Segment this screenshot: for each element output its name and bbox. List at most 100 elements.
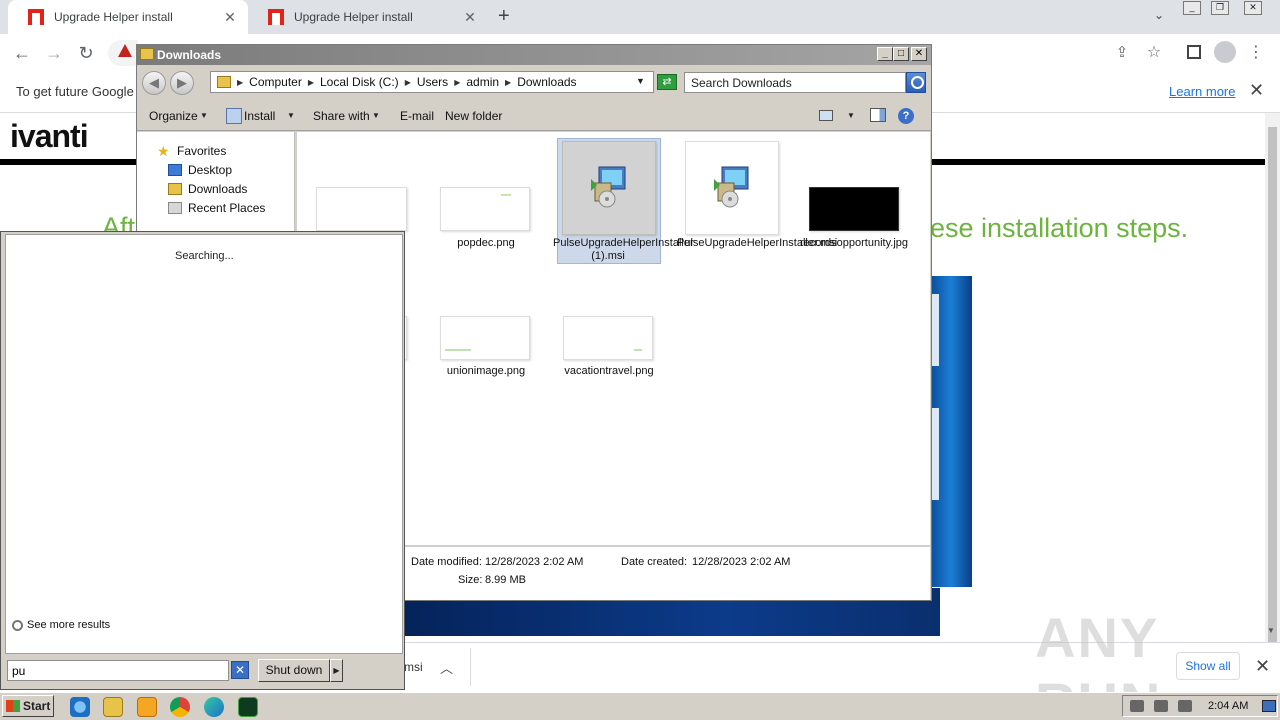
ivanti-favicon-icon [28, 9, 44, 25]
file-name-vacationtravel: vacationtravel.png [564, 365, 654, 377]
chrome-minimize-button[interactable]: _ [1183, 1, 1201, 15]
install-button[interactable]: Install [244, 109, 275, 123]
infobar-close-icon[interactable]: ✕ [1249, 80, 1264, 101]
download-options-chevron-icon[interactable]: ︿ [440, 658, 453, 677]
nav-recent-places[interactable]: Recent Places [168, 201, 265, 215]
clear-search-icon[interactable]: ✕ [231, 661, 249, 679]
media-player-icon[interactable] [137, 697, 157, 717]
installer-icon [226, 108, 242, 124]
shut-down-button[interactable]: Shut down [258, 659, 330, 682]
network-icon[interactable] [1154, 700, 1168, 712]
nav-downloads[interactable]: Downloads [168, 182, 247, 196]
breadcrumb-users[interactable]: Users [417, 75, 448, 89]
bookmark-star-icon[interactable]: ☆ [1143, 42, 1165, 64]
ivanti-favicon-icon [268, 9, 284, 25]
size-label: Size: [458, 574, 483, 586]
learn-more-link[interactable]: Learn more [1169, 84, 1235, 99]
start-search-input[interactable]: pu [7, 660, 229, 681]
address-dropdown-icon[interactable]: ▼ [636, 76, 645, 86]
email-button[interactable]: E-mail [400, 109, 434, 123]
size-value: 8.99 MB [485, 574, 526, 586]
chrome-restore-button[interactable]: ❐ [1211, 1, 1229, 15]
tab-close-icon[interactable]: ✕ [222, 9, 238, 26]
start-button[interactable]: Start [2, 695, 54, 717]
file-item-recordsopportunity[interactable] [809, 187, 899, 231]
show-desktop-icon[interactable] [1262, 700, 1276, 712]
tab-title: Upgrade Helper install [294, 10, 413, 24]
explorer-breadcrumb[interactable]: ▶ Computer ▶ Local Disk (C:) ▶ Users ▶ a… [210, 71, 654, 93]
details-pane [404, 546, 930, 600]
share-icon[interactable]: ⇪ [1111, 42, 1133, 64]
tab-search-chevron-icon[interactable]: ⌄ [1154, 8, 1164, 22]
file-thumbnail[interactable] [316, 187, 407, 231]
profile-avatar-icon[interactable] [1214, 41, 1236, 63]
search-results-pane [5, 234, 403, 654]
volume-icon[interactable] [1130, 700, 1144, 712]
help-icon[interactable]: ? [898, 108, 914, 124]
file-name-unionimage: unionimage.png [446, 365, 526, 377]
file-item-vacationtravel[interactable] [563, 316, 653, 360]
refresh-icon[interactable]: ⇄ [657, 74, 677, 90]
file-item-unionimage[interactable] [440, 316, 530, 360]
tab-upgrade-helper-1[interactable]: Upgrade Helper install ✕ [8, 0, 248, 34]
infobar-text: To get future Google [16, 84, 134, 99]
side-panel-icon[interactable] [1187, 45, 1201, 59]
system-tray [1122, 695, 1278, 717]
page-scrollbar[interactable] [1265, 113, 1280, 647]
windows-flag-icon [6, 700, 20, 712]
chrome-close-button[interactable]: ✕ [1244, 1, 1262, 15]
clock[interactable]: 2:04 AM [1208, 700, 1248, 712]
maximize-button[interactable]: □ [893, 47, 909, 61]
change-view-icon[interactable] [819, 110, 833, 121]
msi-installer-icon [591, 166, 626, 208]
preview-pane-icon[interactable] [870, 108, 886, 122]
folder-icon [217, 76, 231, 88]
back-arrow-icon[interactable]: ← [11, 42, 33, 64]
shutdown-options-arrow-icon[interactable]: ▶ [330, 659, 343, 682]
not-secure-warning-icon[interactable] [118, 44, 132, 57]
edge-icon[interactable] [204, 697, 224, 717]
explorer-search-input[interactable]: Search Downloads [684, 72, 906, 93]
minimize-button[interactable]: _ [877, 47, 893, 61]
new-tab-button[interactable]: + [498, 5, 510, 28]
tab-upgrade-helper-2[interactable]: Upgrade Helper install ✕ [248, 0, 488, 34]
file-item-popdec[interactable] [440, 187, 530, 231]
forward-arrow-icon[interactable]: → [43, 42, 65, 64]
organize-menu[interactable]: Organize [149, 109, 198, 123]
breadcrumb-computer[interactable]: Computer [249, 75, 302, 89]
breadcrumb-admin[interactable]: admin [466, 75, 499, 89]
share-dropdown-icon[interactable]: ▼ [372, 111, 380, 120]
breadcrumb-local-disk[interactable]: Local Disk (C:) [320, 75, 399, 89]
download-item-name[interactable]: msi [404, 660, 423, 674]
install-dropdown-icon[interactable]: ▼ [287, 111, 295, 120]
close-button[interactable]: ✕ [911, 47, 927, 61]
explorer-title: Downloads [157, 48, 222, 62]
date-modified-value: 12/28/2023 2:02 AM [485, 556, 584, 568]
green-app-icon[interactable] [238, 697, 258, 717]
organize-dropdown-icon[interactable]: ▼ [200, 111, 208, 120]
download-divider [470, 648, 471, 686]
date-created-value: 12/28/2023 2:02 AM [692, 556, 791, 568]
nav-desktop[interactable]: Desktop [168, 163, 232, 177]
internet-explorer-icon[interactable] [70, 697, 90, 717]
see-more-results-link[interactable]: See more results [12, 619, 110, 631]
downloads-folder-icon [168, 183, 182, 195]
new-folder-button[interactable]: New folder [445, 109, 502, 123]
nav-favorites[interactable]: ★ Favorites [157, 144, 226, 158]
search-icon[interactable] [906, 72, 926, 93]
file-explorer-icon[interactable] [103, 697, 123, 717]
file-name-pulse-installer-1: PulseUpgradeHelperInstaller (1).msi [553, 237, 694, 262]
searching-status: Searching... [175, 250, 234, 262]
date-created-label: Date created: [621, 556, 688, 568]
explorer-forward-icon[interactable]: ▶ [170, 71, 194, 95]
view-dropdown-icon[interactable]: ▼ [847, 111, 855, 120]
breadcrumb-downloads[interactable]: Downloads [517, 75, 576, 89]
chrome-icon[interactable] [170, 697, 190, 717]
share-with-menu[interactable]: Share with [313, 109, 370, 123]
explorer-titlebar[interactable] [137, 45, 931, 65]
flag-icon[interactable] [1178, 700, 1192, 712]
tab-close-icon[interactable]: ✕ [462, 9, 478, 26]
reload-icon[interactable]: ↻ [75, 42, 97, 64]
explorer-back-icon[interactable]: ◀ [142, 71, 166, 95]
menu-kebab-icon[interactable]: ⋮ [1245, 42, 1267, 64]
